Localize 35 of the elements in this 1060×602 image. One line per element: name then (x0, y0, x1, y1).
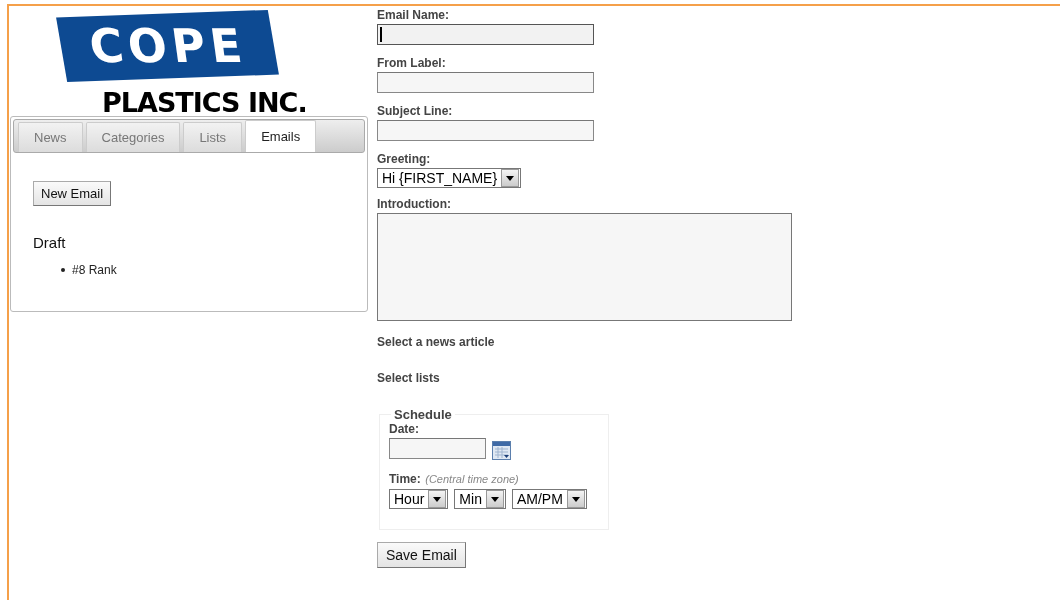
field-label: Time: (389, 472, 421, 486)
save-email-button[interactable]: Save Email (377, 542, 466, 568)
tab[interactable]: News (18, 122, 83, 152)
field-label: From Label: (377, 56, 447, 70)
caret-icon (566, 490, 585, 508)
section-label: Select lists (377, 371, 441, 385)
input-field[interactable] (377, 24, 594, 45)
hint-text: (Central time zone) (425, 473, 519, 485)
tab[interactable]: Categories (85, 122, 181, 152)
calendar-icon[interactable] (492, 441, 511, 460)
tab[interactable]: Lists (183, 122, 243, 152)
caret-icon (501, 169, 520, 187)
logo-subtitle: PLASTICS INC. (102, 89, 307, 117)
field-label: Greeting: (377, 152, 432, 166)
dropdown[interactable]: Hi {FIRST_NAME} (377, 168, 522, 188)
new-email-button[interactable]: New Email (33, 181, 112, 206)
text-area[interactable] (377, 213, 792, 321)
date-field[interactable] (389, 438, 486, 459)
caret-icon (428, 490, 447, 508)
input-field[interactable] (377, 120, 594, 141)
section-label: Select a news article (377, 335, 496, 349)
section-heading: Draft (33, 234, 67, 251)
field-label: Date: (389, 422, 420, 436)
dropdown[interactable]: Min (454, 489, 506, 509)
group-legend: Schedule (391, 407, 455, 422)
input-field[interactable] (377, 72, 594, 93)
field-label: Introduction: (377, 197, 452, 211)
caret-icon (485, 490, 504, 508)
field-label: Subject Line: (377, 104, 454, 118)
field-label: Email Name: (377, 8, 451, 22)
tab[interactable]: Emails (245, 120, 317, 152)
logo-name: COPE (85, 18, 250, 74)
dropdown[interactable]: AM/PM (511, 489, 587, 509)
draft-item[interactable]: #8 Rank (72, 263, 117, 277)
dropdown[interactable]: Hour (389, 489, 449, 509)
